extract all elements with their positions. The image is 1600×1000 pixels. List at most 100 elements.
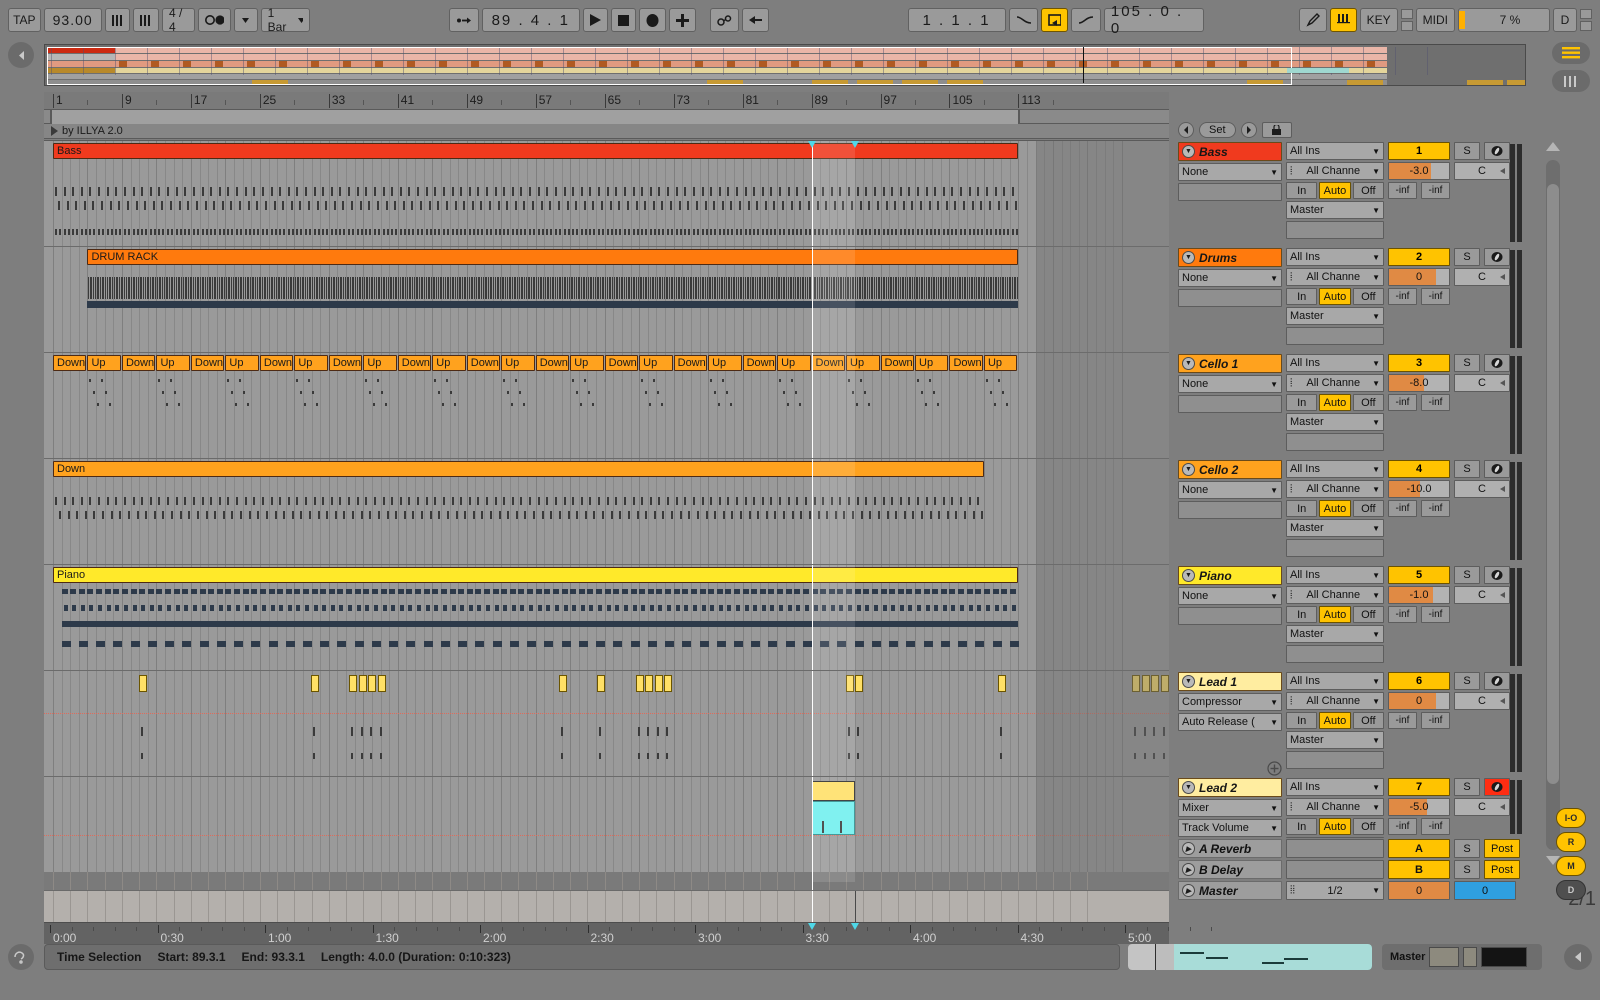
track-pan-field[interactable]: C	[1454, 374, 1510, 392]
master-volume-field[interactable]: 0	[1388, 881, 1450, 900]
metronome-icon[interactable]	[104, 8, 131, 32]
clip-cello1-down[interactable]: Down	[949, 355, 983, 371]
clip-lead1-block[interactable]	[645, 675, 654, 692]
input-type-select[interactable]: All Ins ▼	[1286, 142, 1384, 160]
return-solo-button[interactable]: S	[1454, 839, 1480, 858]
piano-keys-icon[interactable]	[1552, 70, 1590, 92]
track-pan-field[interactable]: C	[1454, 586, 1510, 604]
clip-cello1-up[interactable]: Up	[156, 355, 190, 371]
browser-show-button[interactable]	[8, 42, 34, 68]
punch-curve-in-icon[interactable]	[1008, 8, 1038, 32]
monitor-in-button[interactable]: In	[1286, 500, 1318, 517]
device-select-1[interactable]: None ▼	[1178, 587, 1282, 605]
monitor-off-button[interactable]: Off	[1352, 818, 1384, 835]
record-icon[interactable]	[638, 8, 666, 32]
track-pan-field[interactable]: C	[1454, 480, 1510, 498]
clip-cello1-down[interactable]: Down	[190, 355, 225, 371]
arm-record-button[interactable]	[1484, 142, 1510, 160]
automation-line[interactable]	[44, 713, 1169, 714]
track-name[interactable]: ▼ Cello 2	[1178, 460, 1282, 479]
track-volume-field[interactable]: 0	[1388, 692, 1450, 710]
loop-brace[interactable]	[50, 110, 1020, 124]
arm-record-button[interactable]	[1484, 354, 1510, 372]
return-fold-icon[interactable]: ▶	[1182, 863, 1195, 876]
input-type-select[interactable]: All Ins ▼	[1286, 566, 1384, 584]
track-lane[interactable]: DRUM RACK	[44, 247, 1169, 352]
clip-cello1-down[interactable]: Down	[880, 355, 914, 371]
nudge-icon[interactable]	[133, 8, 159, 32]
clip-cello1-up[interactable]: Up	[501, 355, 535, 371]
output-type-select[interactable]: Master▼	[1286, 307, 1384, 325]
loop-start-field[interactable]: 1 . 1 . 1	[907, 8, 1006, 32]
clip-cello1-down[interactable]: Down	[259, 355, 294, 371]
input-channel-select[interactable]: ⦙ All Channe ▼	[1286, 374, 1384, 392]
device-select-2[interactable]	[1178, 395, 1282, 413]
track-pan-field[interactable]: C	[1454, 692, 1510, 710]
monitor-in-button[interactable]: In	[1286, 818, 1318, 835]
follow-icon[interactable]	[198, 8, 231, 32]
return-fold-icon[interactable]: ▶	[1182, 842, 1195, 855]
clip-cello1-down[interactable]: Down	[121, 355, 156, 371]
track-name[interactable]: ▼ Lead 1	[1178, 672, 1282, 691]
time-signature-field[interactable]: 4 / 4	[161, 6, 196, 34]
clip-cello1-down[interactable]: Down	[604, 355, 639, 371]
track-activator-button[interactable]: 4	[1388, 460, 1450, 478]
arm-record-button[interactable]	[1484, 248, 1510, 266]
monitor-in-button[interactable]: In	[1286, 394, 1318, 411]
output-channel-select[interactable]	[1286, 539, 1384, 557]
hamburger-icon[interactable]	[1552, 42, 1590, 64]
return-track-name[interactable]: ▶ B Delay	[1178, 860, 1282, 879]
output-channel-select[interactable]	[1286, 433, 1384, 451]
monitor-in-button[interactable]: In	[1286, 288, 1318, 305]
device-select-2[interactable]	[1178, 289, 1282, 307]
track-activator-button[interactable]: 5	[1388, 566, 1450, 584]
return-device-slot[interactable]	[1286, 839, 1384, 858]
track-lane[interactable]: Down	[44, 459, 1169, 564]
monitor-auto-button[interactable]: Auto	[1319, 818, 1351, 835]
monitor-in-button[interactable]: In	[1286, 606, 1318, 623]
track-fold-icon[interactable]: ▼	[1182, 357, 1195, 370]
io-section-button[interactable]: I-O	[1556, 808, 1586, 828]
solo-button[interactable]: S	[1454, 354, 1480, 372]
return-post-button[interactable]: Post	[1484, 839, 1520, 858]
track-activator-button[interactable]: 1	[1388, 142, 1450, 160]
returns-section-button[interactable]: R	[1556, 832, 1586, 852]
clip-piano[interactable]: Piano	[53, 567, 1019, 583]
track-activator-button[interactable]: 2	[1388, 248, 1450, 266]
computer-midi-keyboard-icon[interactable]	[1329, 8, 1357, 32]
track-volume-field[interactable]: -8.0	[1388, 374, 1450, 392]
track-name[interactable]: ▼ Lead 2	[1178, 778, 1282, 797]
arrangement-track-cello-1[interactable]: Down Up Down Up Down Up Down Up Down Up Down Up Down…	[44, 353, 1169, 459]
output-type-select[interactable]: Master▼	[1286, 837, 1384, 838]
monitor-auto-button[interactable]: Auto	[1319, 712, 1351, 729]
track-fold-icon[interactable]: ▼	[1182, 569, 1195, 582]
output-channel-select[interactable]	[1286, 645, 1384, 663]
clip-lead1-block[interactable]	[377, 675, 386, 692]
device-select-2[interactable]	[1178, 183, 1282, 201]
monitor-auto-button[interactable]: Auto	[1319, 288, 1351, 305]
clip-lead1-block[interactable]	[138, 675, 147, 692]
input-channel-select[interactable]: ⦙ All Channe ▼	[1286, 692, 1384, 710]
clip-lead1-block[interactable]	[349, 675, 358, 692]
clip-cello1-up[interactable]: Up	[87, 355, 121, 371]
input-channel-select[interactable]: ⦙ All Channe ▼	[1286, 162, 1384, 180]
track-fold-icon[interactable]: ▼	[1182, 145, 1195, 158]
output-type-select[interactable]: Master▼	[1286, 201, 1384, 219]
input-channel-select[interactable]: ⦙ All Channe ▼	[1286, 798, 1384, 816]
capture-midi-icon[interactable]	[668, 8, 696, 32]
return-solo-button[interactable]: S	[1454, 860, 1480, 879]
device-select-1[interactable]: Compressor ▼	[1178, 693, 1282, 711]
track-volume-field[interactable]: -1.0	[1388, 586, 1450, 604]
beat-time-ruler[interactable]: 1 9 17 25 33 41 49 57 65 73 81 89 97 105 113	[44, 92, 1169, 110]
loop-brace-row[interactable]	[44, 110, 1169, 124]
clip-cello1-up[interactable]: Up	[915, 355, 949, 371]
monitor-auto-button[interactable]: Auto	[1319, 394, 1351, 411]
track-volume-field[interactable]: -5.0	[1388, 798, 1450, 816]
solo-button[interactable]: S	[1454, 566, 1480, 584]
clip-cello1-down[interactable]: Down	[397, 355, 432, 371]
clip-lead1-block[interactable]	[310, 675, 319, 692]
back-arrow-icon[interactable]	[741, 8, 769, 32]
tempo-field[interactable]: 93.00	[43, 8, 102, 32]
arrangement-track-cello-2[interactable]: Down	[44, 459, 1169, 565]
clip-cello1-up[interactable]: Up	[363, 355, 397, 371]
